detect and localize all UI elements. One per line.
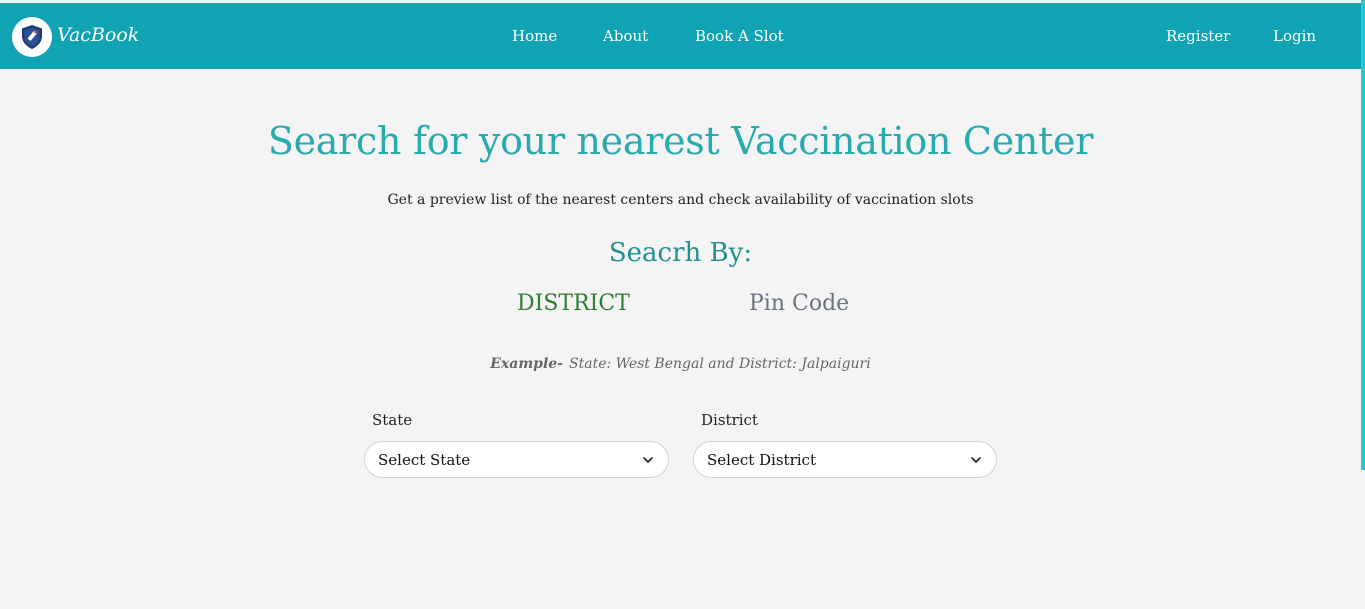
state-select[interactable]: Select State — [364, 441, 669, 478]
district-select-value: Select District — [707, 451, 816, 469]
navbar: VacBook Home About Book A Slot Register … — [0, 3, 1361, 69]
page-subtitle: Get a preview list of the nearest center… — [387, 192, 974, 208]
tab-district[interactable]: DISTRICT — [517, 290, 630, 318]
page: VacBook Home About Book A Slot Register … — [0, 0, 1365, 609]
nav-book-slot-link[interactable]: Book A Slot — [695, 27, 784, 45]
example-hint: Example- State: West Bengal and District:… — [0, 354, 1361, 374]
nav-about-link[interactable]: About — [603, 27, 648, 45]
search-by-heading: Seacrh By: — [608, 238, 753, 268]
brand-name[interactable]: VacBook — [57, 23, 139, 47]
shield-syringe-icon[interactable] — [12, 17, 52, 57]
nav-home-link[interactable]: Home — [512, 27, 557, 45]
district-select[interactable]: Select District — [693, 441, 997, 478]
example-text: State: West Bengal and District: Jalpaig… — [569, 356, 871, 372]
nav-register-link[interactable]: Register — [1166, 27, 1230, 45]
page-title: Search for your nearest Vaccination Cent… — [267, 119, 1094, 163]
state-select-value: Select State — [378, 451, 471, 469]
tab-pin-code[interactable]: Pin Code — [749, 290, 849, 318]
example-prefix: Example- — [490, 356, 563, 372]
chevron-down-icon — [971, 457, 981, 463]
state-label: State — [372, 411, 413, 429]
scrollbar[interactable] — [1361, 0, 1365, 470]
district-label: District — [701, 411, 758, 429]
chevron-down-icon — [643, 457, 653, 463]
nav-login-link[interactable]: Login — [1273, 27, 1316, 45]
